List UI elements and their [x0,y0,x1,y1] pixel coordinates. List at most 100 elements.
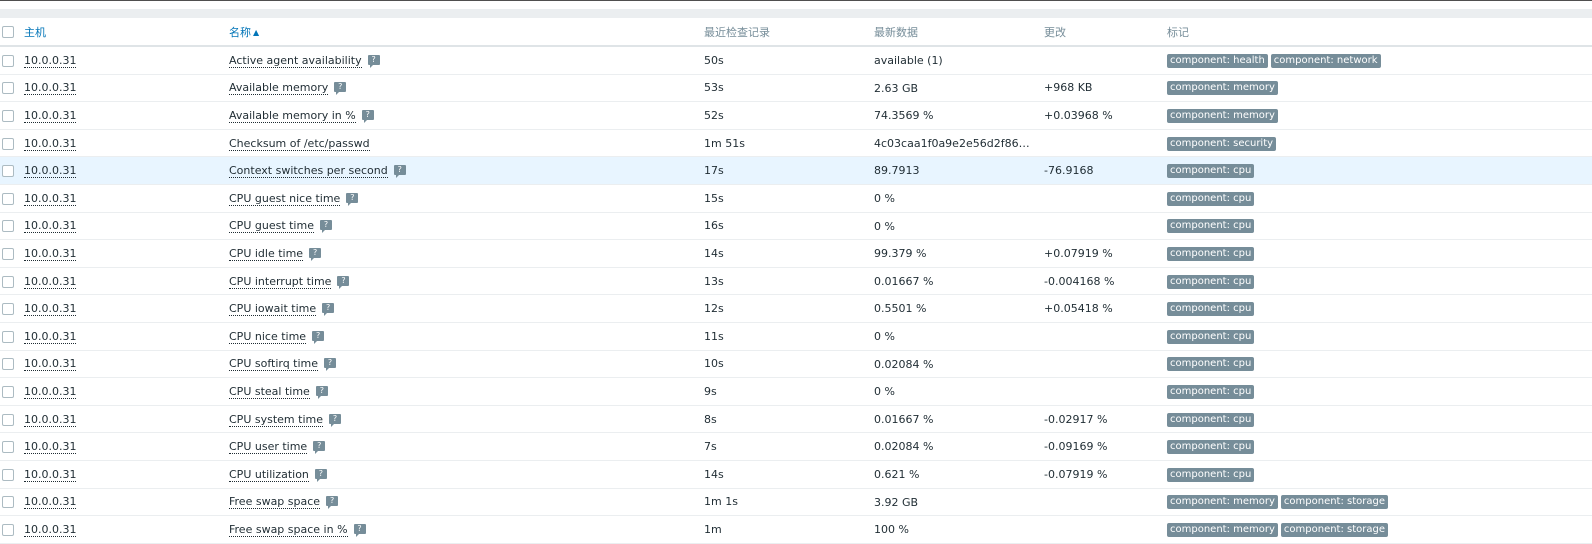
column-host-label[interactable]: 主机 [24,26,46,39]
item-name-link[interactable]: CPU interrupt time [229,274,332,289]
host-link[interactable]: 10.0.0.31 [24,495,77,510]
tag-badge[interactable]: component: cpu [1167,219,1255,234]
item-name-link[interactable]: CPU softirq time [229,357,319,372]
latest-data-value[interactable]: 0 % [874,220,895,233]
tag-badge[interactable]: component: cpu [1167,302,1255,317]
help-icon[interactable]: ? [393,165,406,179]
help-icon[interactable]: ? [334,82,347,96]
item-name-link[interactable]: Free swap space in % [229,522,348,537]
tag-badge[interactable]: component: cpu [1167,412,1255,427]
item-name-link[interactable]: CPU nice time [229,329,307,344]
latest-data-value[interactable]: 100 % [874,523,909,536]
tag-badge[interactable]: component: cpu [1167,246,1255,261]
tag-badge[interactable]: component: cpu [1167,191,1255,206]
row-checkbox[interactable] [2,165,14,178]
latest-data-value[interactable]: 0 % [874,385,895,398]
latest-data-value[interactable]: 0.5501 % [874,302,926,315]
row-checkbox[interactable] [2,330,14,343]
host-link[interactable]: 10.0.0.31 [24,274,77,289]
help-icon[interactable]: ? [322,303,335,317]
item-name-link[interactable]: CPU system time [229,412,323,427]
row-checkbox[interactable] [2,192,14,205]
latest-data-value[interactable]: 0 % [874,192,895,205]
item-name-link[interactable]: CPU utilization [229,467,309,482]
item-name-link[interactable]: CPU steal time [229,384,310,399]
tag-badge[interactable]: component: cpu [1167,164,1255,179]
tag-badge[interactable]: component: storage [1280,495,1389,510]
help-icon[interactable]: ? [353,523,366,537]
help-icon[interactable]: ? [346,192,359,206]
row-checkbox[interactable] [2,137,14,150]
column-name-label[interactable]: 名称 [229,26,251,39]
host-link[interactable]: 10.0.0.31 [24,219,77,234]
host-link[interactable]: 10.0.0.31 [24,53,77,68]
row-checkbox[interactable] [2,109,14,122]
help-icon[interactable]: ? [315,385,328,399]
latest-data-value[interactable]: 0 % [874,330,895,343]
latest-data-value[interactable]: 0.01667 % [874,275,933,288]
tag-badge[interactable]: component: cpu [1167,274,1255,289]
host-link[interactable]: 10.0.0.31 [24,384,77,399]
latest-data-value[interactable]: 2.63 GB [874,82,918,95]
item-name-link[interactable]: CPU guest time [229,219,314,234]
row-checkbox[interactable] [2,220,14,233]
row-checkbox[interactable] [2,441,14,454]
tag-badge[interactable]: component: cpu [1167,357,1255,372]
tag-badge[interactable]: component: security [1167,136,1277,151]
row-checkbox[interactable] [2,413,14,426]
help-icon[interactable]: ? [326,496,339,510]
item-name-link[interactable]: Context switches per second [229,164,388,179]
host-link[interactable]: 10.0.0.31 [24,357,77,372]
tag-badge[interactable]: component: storage [1280,522,1389,537]
row-checkbox[interactable] [2,275,14,288]
select-all-checkbox[interactable] [2,26,14,38]
latest-data-value[interactable]: 74.3569 % [874,109,933,122]
help-icon[interactable]: ? [319,220,332,234]
item-name-link[interactable]: CPU idle time [229,246,304,261]
tag-badge[interactable]: component: memory [1167,81,1278,96]
tag-badge[interactable]: component: cpu [1167,440,1255,455]
host-link[interactable]: 10.0.0.31 [24,467,77,482]
row-checkbox[interactable] [2,82,14,95]
tag-badge[interactable]: component: cpu [1167,467,1255,482]
tag-badge[interactable]: component: cpu [1167,329,1255,344]
row-checkbox[interactable] [2,303,14,316]
row-checkbox[interactable] [2,54,14,67]
tag-badge[interactable]: component: memory [1167,522,1278,537]
latest-data-value[interactable]: 0.02084 % [874,440,933,453]
host-link[interactable]: 10.0.0.31 [24,108,77,123]
row-checkbox[interactable] [2,247,14,260]
host-link[interactable]: 10.0.0.31 [24,81,77,96]
help-icon[interactable]: ? [309,247,322,261]
host-link[interactable]: 10.0.0.31 [24,302,77,317]
help-icon[interactable]: ? [312,330,325,344]
host-link[interactable]: 10.0.0.31 [24,440,77,455]
tag-badge[interactable]: component: network [1270,53,1381,68]
help-icon[interactable]: ? [337,275,350,289]
help-icon[interactable]: ? [328,413,341,427]
latest-data-value[interactable]: 99.379 % [874,247,926,260]
item-name-link[interactable]: Checksum of /etc/passwd [229,136,370,151]
item-name-link[interactable]: Available memory [229,81,329,96]
item-name-link[interactable]: CPU iowait time [229,302,317,317]
latest-data-value[interactable]: 0.02084 % [874,358,933,371]
row-checkbox[interactable] [2,385,14,398]
host-link[interactable]: 10.0.0.31 [24,522,77,537]
column-host[interactable]: 主机 [18,18,229,47]
item-name-link[interactable]: CPU user time [229,440,308,455]
latest-data-value[interactable]: available (1) [874,54,943,67]
help-icon[interactable]: ? [361,109,374,123]
row-checkbox[interactable] [2,523,14,536]
host-link[interactable]: 10.0.0.31 [24,136,77,151]
host-link[interactable]: 10.0.0.31 [24,191,77,206]
tag-badge[interactable]: component: memory [1167,495,1278,510]
tag-badge[interactable]: component: memory [1167,108,1278,123]
help-icon[interactable]: ? [313,441,326,455]
tag-badge[interactable]: component: health [1167,53,1268,68]
row-checkbox[interactable] [2,496,14,509]
latest-data-value[interactable]: 0.01667 % [874,413,933,426]
help-icon[interactable]: ? [314,468,327,482]
host-link[interactable]: 10.0.0.31 [24,412,77,427]
latest-data-value[interactable]: 4c03caa1f0a9e2e56d2f86203e… [874,137,1034,150]
latest-data-value[interactable]: 0.621 % [874,468,919,481]
